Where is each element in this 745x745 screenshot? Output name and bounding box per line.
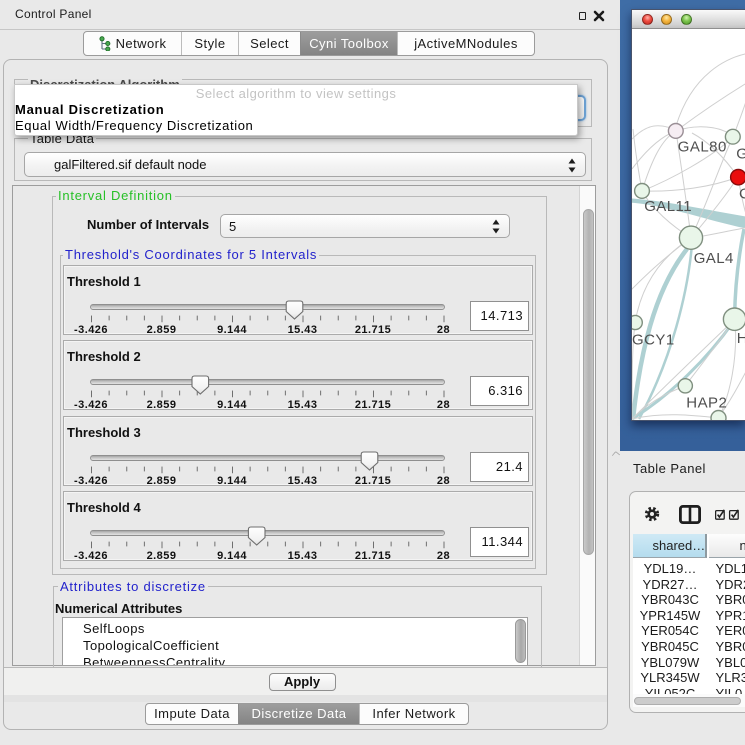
- svg-text:2.859: 2.859: [147, 324, 177, 334]
- svg-text:15.43: 15.43: [288, 399, 318, 409]
- svg-text:15.43: 15.43: [288, 475, 318, 485]
- svg-text:28: 28: [437, 550, 450, 560]
- svg-text:28: 28: [437, 324, 450, 334]
- svg-text:2.859: 2.859: [147, 399, 177, 409]
- svg-text:HAP2: HAP2: [686, 394, 727, 411]
- svg-text:-3.426: -3.426: [74, 324, 108, 334]
- svg-text:CY: CY: [739, 186, 745, 203]
- svg-text:-3.426: -3.426: [74, 550, 108, 560]
- svg-text:21.715: 21.715: [355, 324, 391, 334]
- svg-text:-3.426: -3.426: [74, 475, 108, 485]
- svg-text:9.144: 9.144: [217, 475, 247, 485]
- svg-text:15.43: 15.43: [288, 324, 318, 334]
- svg-text:2.859: 2.859: [147, 475, 177, 485]
- svg-text:-3.426: -3.426: [74, 399, 108, 409]
- svg-text:9.144: 9.144: [217, 399, 247, 409]
- svg-text:15.43: 15.43: [288, 550, 318, 560]
- svg-text:GAL80: GAL80: [678, 139, 727, 156]
- svg-text:9.144: 9.144: [217, 324, 247, 334]
- svg-text:GAL11: GAL11: [644, 198, 692, 215]
- svg-text:9.144: 9.144: [217, 550, 247, 560]
- svg-text:HA: HA: [737, 330, 745, 347]
- svg-text:21.715: 21.715: [355, 475, 391, 485]
- svg-text:21.715: 21.715: [355, 399, 391, 409]
- svg-text:28: 28: [437, 475, 450, 485]
- svg-text:GCY1: GCY1: [632, 331, 675, 348]
- svg-text:28: 28: [437, 399, 450, 409]
- svg-text:21.715: 21.715: [355, 550, 391, 560]
- svg-text:GAL4: GAL4: [694, 250, 734, 267]
- svg-text:2.859: 2.859: [147, 550, 177, 560]
- svg-text:GA: GA: [736, 146, 745, 163]
